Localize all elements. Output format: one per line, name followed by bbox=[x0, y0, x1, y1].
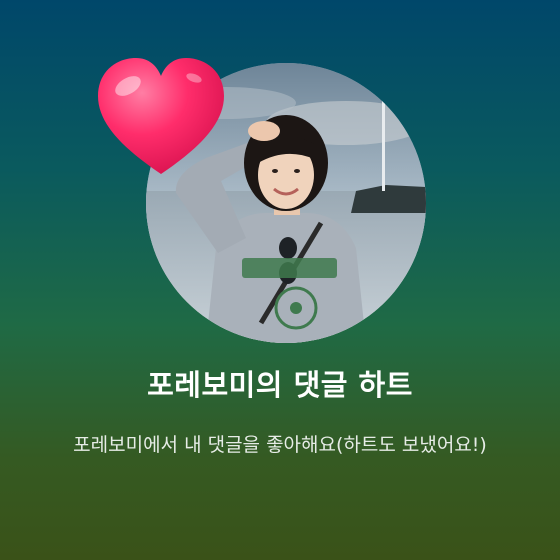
heart-icon bbox=[94, 54, 228, 180]
notification-screen: 포레보미의 댓글 하트 포레보미에서 내 댓글을 좋아해요(하트도 보냈어요!) bbox=[0, 0, 560, 560]
notification-title: 포레보미의 댓글 하트 bbox=[147, 368, 413, 402]
notification-message: 포레보미에서 내 댓글을 좋아해요(하트도 보냈어요!) bbox=[73, 434, 487, 456]
